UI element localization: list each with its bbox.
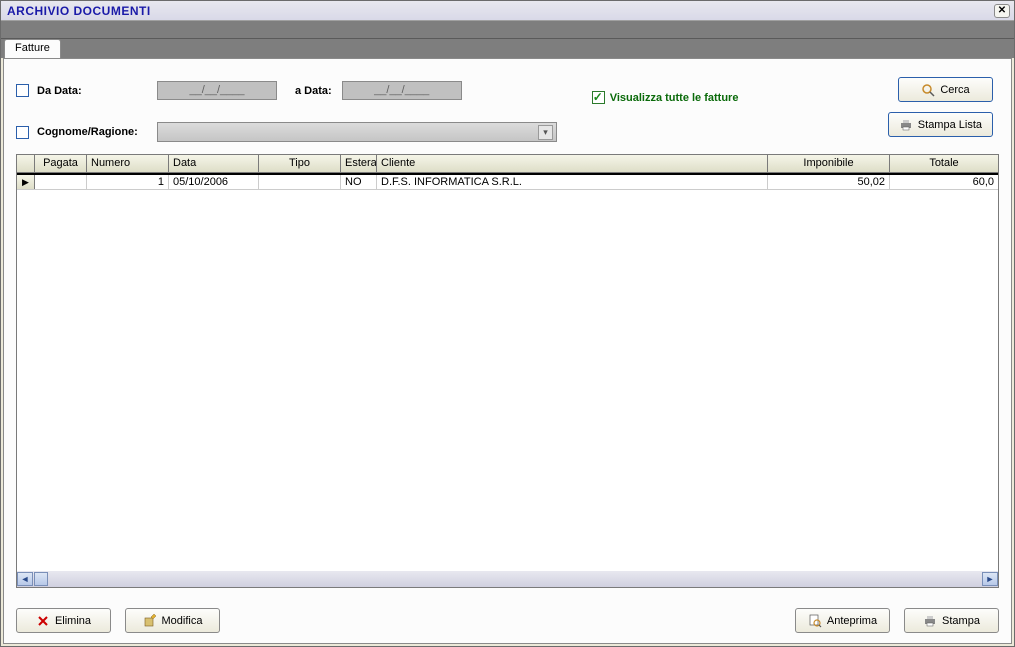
title-bar: ARCHIVIO DOCUMENTI ✕ [1, 1, 1014, 21]
cell-cliente: D.F.S. INFORMATICA S.R.L. [377, 175, 768, 189]
grid-header: Pagata Numero Data Tipo Estera Cliente I… [17, 155, 998, 173]
stampa-lista-label: Stampa Lista [918, 119, 982, 131]
edit-icon [143, 614, 157, 628]
cerca-button[interactable]: Cerca [898, 77, 993, 102]
search-icon [921, 83, 935, 97]
cell-imponibile: 50,02 [768, 175, 890, 189]
col-totale[interactable]: Totale [890, 155, 998, 172]
checkbox-da-data[interactable] [16, 84, 29, 97]
col-tipo[interactable]: Tipo [259, 155, 341, 172]
filter-area: Da Data: __/__/____ a Data: __/__/____ V… [16, 77, 999, 142]
cell-estera: NO [341, 175, 377, 189]
col-numero[interactable]: Numero [87, 155, 169, 172]
grid-body: ▶ 1 05/10/2006 NO D.F.S. INFORMATICA S.R… [17, 173, 998, 571]
col-pagata[interactable]: Pagata [35, 155, 87, 172]
col-estera[interactable]: Estera [341, 155, 377, 172]
stampa-lista-button[interactable]: Stampa Lista [888, 112, 993, 137]
combo-cognome[interactable]: ▾ [157, 122, 557, 142]
toolbar-spacer [1, 21, 1014, 39]
elimina-button[interactable]: Elimina [16, 608, 111, 633]
checkbox-visualizza-tutte[interactable] [592, 91, 605, 104]
col-data[interactable]: Data [169, 155, 259, 172]
printer-icon [899, 118, 913, 132]
stampa-button[interactable]: Stampa [904, 608, 999, 633]
table-row[interactable]: ▶ 1 05/10/2006 NO D.F.S. INFORMATICA S.R… [17, 173, 998, 190]
filter-right: Cerca Stampa Lista [809, 77, 999, 142]
preview-icon [808, 614, 822, 628]
scroll-thumb[interactable] [34, 572, 48, 586]
stampa-label: Stampa [942, 615, 980, 627]
label-visualizza-tutte: Visualizza tutte le fatture [610, 92, 739, 104]
row-indicator-icon: ▶ [17, 175, 35, 189]
close-button[interactable]: ✕ [994, 4, 1010, 18]
cell-tipo [259, 175, 341, 189]
visualizza-tutte-group: Visualizza tutte le fatture [592, 91, 739, 104]
anteprima-label: Anteprima [827, 615, 877, 627]
cerca-label: Cerca [940, 84, 969, 96]
window-title: ARCHIVIO DOCUMENTI [7, 4, 151, 18]
label-a-data: a Data: [295, 85, 332, 97]
elimina-label: Elimina [55, 615, 91, 627]
modifica-label: Modifica [162, 615, 203, 627]
checkbox-cognome[interactable] [16, 126, 29, 139]
input-da-data[interactable]: __/__/____ [157, 81, 277, 100]
cell-data: 05/10/2006 [169, 175, 259, 189]
data-grid[interactable]: Pagata Numero Data Tipo Estera Cliente I… [16, 154, 999, 588]
label-cognome: Cognome/Ragione: [37, 126, 157, 138]
footer-buttons: Elimina Modifica Anteprima [16, 608, 999, 633]
cell-numero: 1 [87, 175, 169, 189]
col-indicator [17, 155, 35, 172]
window: ARCHIVIO DOCUMENTI ✕ Fatture Da Data: __… [0, 0, 1015, 647]
chevron-down-icon: ▾ [538, 125, 553, 140]
printer-icon [923, 614, 937, 628]
anteprima-button[interactable]: Anteprima [795, 608, 890, 633]
delete-icon [36, 614, 50, 628]
cell-totale: 60,0 [890, 175, 998, 189]
col-cliente[interactable]: Cliente [377, 155, 768, 172]
page-content: Da Data: __/__/____ a Data: __/__/____ V… [3, 58, 1012, 644]
scroll-right-button[interactable]: ► [982, 572, 998, 586]
row-cognome-filter: Cognome/Ragione: ▾ [16, 122, 809, 142]
col-imponibile[interactable]: Imponibile [768, 155, 890, 172]
filter-left: Da Data: __/__/____ a Data: __/__/____ V… [16, 77, 809, 142]
tab-fatture[interactable]: Fatture [4, 39, 61, 58]
row-date-filter: Da Data: __/__/____ a Data: __/__/____ V… [16, 77, 809, 104]
input-a-data[interactable]: __/__/____ [342, 81, 462, 100]
horizontal-scrollbar[interactable]: ◄ ► [17, 571, 998, 587]
tab-strip: Fatture [1, 39, 1014, 58]
label-da-data: Da Data: [37, 85, 157, 97]
cell-pagata [35, 175, 87, 189]
modifica-button[interactable]: Modifica [125, 608, 220, 633]
scroll-left-button[interactable]: ◄ [17, 572, 33, 586]
